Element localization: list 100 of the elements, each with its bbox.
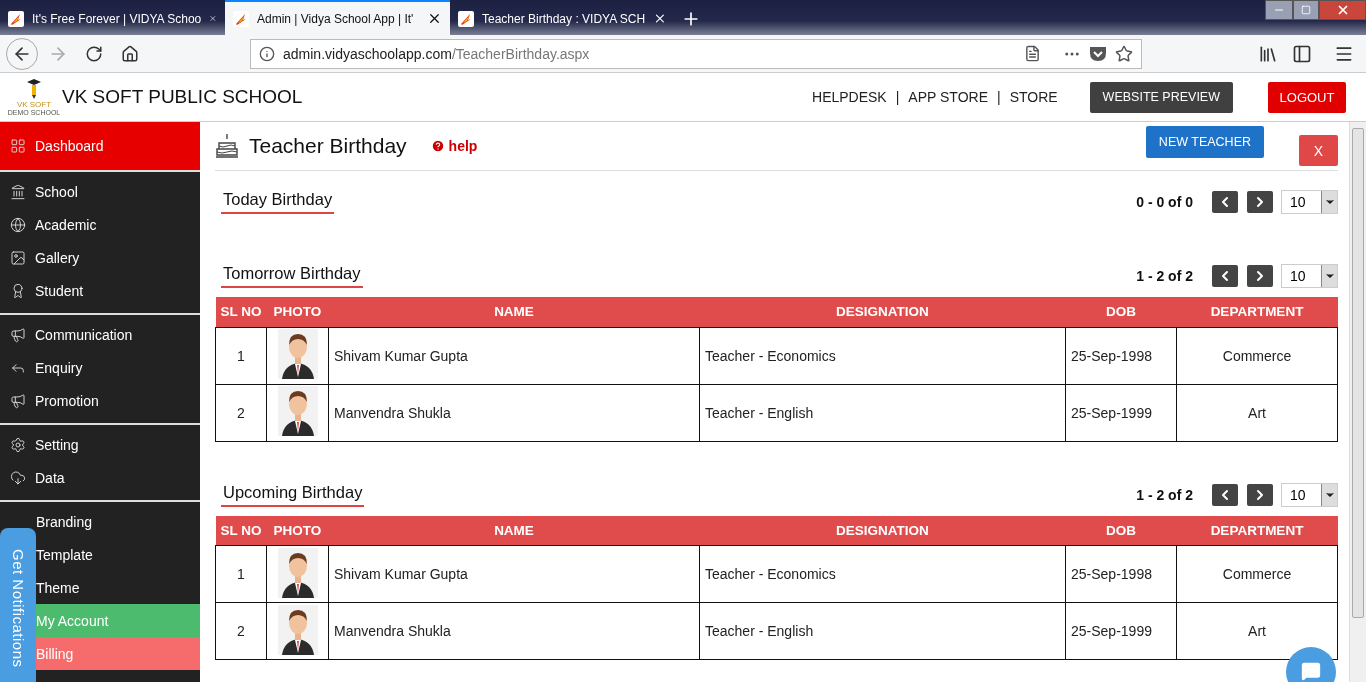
sidebar-item[interactable]: Data (0, 461, 200, 494)
table-cell: Teacher - Economics (699, 545, 1066, 603)
flame-icon (458, 10, 474, 27)
header-link[interactable]: APP STORE (908, 89, 988, 105)
page-range: 1 - 2 of 2 (1136, 268, 1193, 284)
help-link[interactable]: help (430, 138, 478, 154)
table-cell: 25-Sep-1999 (1065, 384, 1177, 441)
previous-page-button[interactable] (1212, 191, 1238, 213)
column-header: DEPARTMENT (1176, 515, 1338, 546)
restore-button[interactable] (1293, 0, 1319, 20)
logo-text: VK SOFT (16, 99, 52, 109)
sidebar-item[interactable]: Theme (36, 571, 200, 604)
chat-button[interactable] (1286, 647, 1336, 682)
avatar-icon (277, 604, 318, 655)
column-header: DOB (1065, 297, 1177, 327)
column-header: SL NO (215, 297, 267, 327)
sidebar-item[interactable]: School (0, 175, 200, 208)
close-icon[interactable] (653, 11, 667, 26)
minimize-button[interactable] (1265, 0, 1293, 20)
sidebar-item[interactable]: Branding (36, 505, 200, 538)
image-icon (10, 249, 26, 266)
megaphone-icon (10, 392, 26, 409)
next-page-button[interactable] (1247, 265, 1273, 287)
settings-icon (10, 436, 26, 453)
section-title: Today Birthday (221, 190, 335, 214)
section-title: Tomorrow Birthday (221, 264, 363, 288)
table-cell: 1 (215, 545, 267, 603)
logout-button[interactable]: LOGOUT (1268, 81, 1346, 113)
reader-icon[interactable] (1024, 45, 1041, 62)
info-icon[interactable] (259, 45, 275, 62)
sidebar-item[interactable]: Gallery (0, 241, 200, 274)
header-link[interactable]: STORE (1009, 89, 1058, 105)
table-cell: 2 (215, 602, 267, 660)
website-preview-button[interactable]: WEBSITE PREVIEW (1089, 81, 1233, 113)
page-size-select[interactable]: 10 (1281, 264, 1338, 288)
page-range: 1 - 2 of 2 (1136, 486, 1193, 503)
reload-icon (85, 44, 103, 63)
avatar-icon (277, 547, 318, 598)
column-header: DESIGNATION (699, 515, 1066, 546)
graduation-pencil-icon (26, 77, 42, 100)
sidebar-item[interactable]: Student (0, 274, 200, 307)
flame-icon (233, 10, 249, 27)
browser-tab[interactable]: It's Free Forever | VIDYA Schoo (0, 0, 225, 35)
next-page-button[interactable] (1247, 483, 1273, 506)
column-header: PHOTO (266, 297, 329, 327)
chat-icon (1301, 661, 1321, 681)
shield-icon[interactable] (1089, 45, 1107, 62)
table-cell: 25-Sep-1999 (1065, 602, 1177, 660)
column-header: NAME (328, 297, 700, 327)
browser-tab[interactable]: Teacher Birthday : VIDYA SCH (450, 0, 675, 35)
sidebar-item[interactable]: Dashboard (0, 122, 200, 170)
table-cell: Art (1176, 384, 1338, 441)
home-icon (121, 44, 139, 63)
sidebar-item[interactable]: Promotion (0, 384, 200, 417)
table-cell: 25-Sep-1998 (1065, 545, 1177, 603)
close-window-button[interactable] (1319, 0, 1366, 20)
link-separator: | (895, 89, 900, 105)
table-cell: Shivam Kumar Gupta (328, 545, 700, 603)
grid-icon (10, 138, 26, 154)
header-link[interactable]: HELPDESK (812, 89, 887, 105)
column-header: NAME (328, 515, 700, 546)
table-cell: 2 (215, 384, 267, 441)
close-icon[interactable] (427, 11, 442, 26)
new-teacher-button[interactable]: NEW TEACHER (1145, 126, 1264, 158)
avatar-icon (277, 329, 318, 379)
sidebar-icon[interactable] (1292, 43, 1312, 64)
sidebar-item[interactable]: Template (36, 538, 200, 571)
sidebar-item[interactable]: Setting (0, 428, 200, 461)
globe-icon (10, 216, 26, 233)
page-size-select[interactable]: 10 (1281, 190, 1338, 214)
building-icon (10, 183, 26, 200)
table-cell: 25-Sep-1998 (1065, 327, 1177, 384)
star-icon[interactable] (1115, 44, 1133, 63)
table-cell: Teacher - Economics (699, 327, 1066, 384)
flame-icon (8, 10, 24, 27)
avatar-icon (277, 386, 318, 436)
table-cell: Manvendra Shukla (328, 384, 700, 441)
page-range: 0 - 0 of 0 (1136, 194, 1193, 210)
section-title: Upcoming Birthday (221, 482, 365, 507)
table-cell: Teacher - English (699, 384, 1066, 441)
sidebar-item[interactable]: Academic (0, 208, 200, 241)
cloud-icon (10, 469, 26, 486)
sidebar-item[interactable]: Communication (0, 318, 200, 351)
previous-page-button[interactable] (1212, 265, 1238, 287)
table-cell: Teacher - English (699, 602, 1066, 660)
column-header: DOB (1065, 515, 1177, 546)
column-header: DEPARTMENT (1176, 297, 1338, 327)
page-size-select[interactable]: 10 (1281, 482, 1338, 507)
scrollbar[interactable] (1349, 122, 1366, 682)
school-name: VK SOFT PUBLIC SCHOOL (62, 86, 303, 108)
close-button[interactable]: X (1299, 135, 1338, 166)
address-bar[interactable]: admin.vidyaschoolapp.com/TeacherBirthday.aspx (250, 38, 1142, 69)
previous-page-button[interactable] (1212, 483, 1238, 506)
table-cell: Commerce (1176, 327, 1338, 384)
next-page-button[interactable] (1247, 191, 1273, 213)
column-header: PHOTO (266, 515, 329, 546)
column-header: DESIGNATION (699, 297, 1066, 327)
table-cell: 1 (215, 327, 267, 384)
sidebar-item[interactable]: Enquiry (0, 351, 200, 384)
browser-tab[interactable]: Admin | Vidya School App | It' (225, 0, 450, 35)
